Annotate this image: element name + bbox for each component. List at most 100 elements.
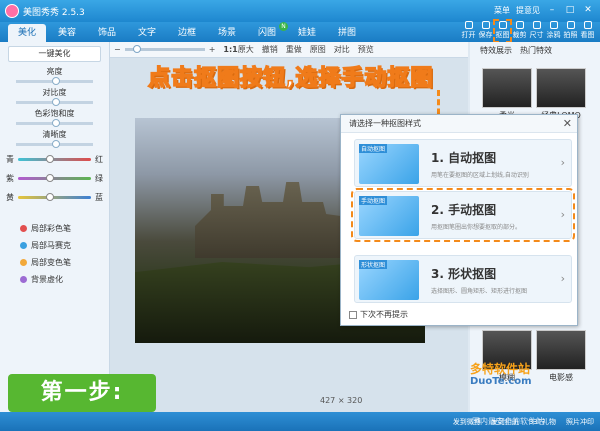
contrast-slider[interactable]	[16, 98, 93, 106]
slider-knob[interactable]	[46, 155, 54, 163]
original-button[interactable]: 原图	[310, 44, 326, 55]
option-tag: 自动抠图	[359, 144, 388, 153]
doodle-label: 涂鸦	[546, 31, 561, 39]
blur-background-item[interactable]: 背景虚化	[20, 274, 89, 285]
tab-beautify[interactable]: 美化	[8, 24, 46, 42]
auto-cutout-option[interactable]: 自动抠图 1. 自动抠图 用笔在要抠图的区域上划线,自动识别 ›	[354, 139, 572, 187]
redo-button[interactable]: 重做	[286, 44, 302, 55]
saturation-label: 色彩饱和度	[34, 109, 75, 118]
tab-beauty[interactable]: 美容	[48, 24, 86, 42]
zoom-out-icon[interactable]: −	[114, 45, 121, 54]
cutout-button[interactable]: 抠图	[493, 19, 512, 43]
camera-button[interactable]: 拍照	[562, 20, 579, 42]
purple-green-slider[interactable]	[18, 174, 91, 182]
effect-thumb[interactable]	[536, 330, 586, 370]
cyan-red-row: 青 红	[6, 154, 103, 165]
zoom-in-icon[interactable]: +	[209, 45, 216, 54]
crop-icon	[515, 21, 524, 29]
purple-label: 紫	[6, 174, 14, 183]
chevron-right-icon: ›	[560, 156, 565, 169]
doodle-button[interactable]: 涂鸦	[545, 20, 562, 42]
slider-knob[interactable]	[46, 193, 54, 201]
watermark-brand: 多特软件站	[470, 362, 531, 376]
dont-show-again[interactable]: 下次不再提示	[349, 309, 408, 320]
saturation-slider[interactable]	[16, 119, 93, 127]
effect-label: 电影感	[549, 373, 573, 382]
option-tag: 手动抠图	[359, 196, 388, 205]
recolor-brush-label: 局部变色笔	[31, 258, 71, 267]
brightness-slider[interactable]	[16, 77, 93, 85]
zoom-knob[interactable]	[132, 45, 141, 53]
cutout-label: 抠图	[495, 31, 510, 39]
recolor-brush-item[interactable]: 局部变色笔	[20, 257, 89, 268]
feedback-link[interactable]: 提意见	[516, 5, 540, 16]
sharpness-slider[interactable]	[16, 140, 93, 148]
manual-cutout-option[interactable]: 手动抠图 2. 手动抠图 用抠图笔圈出你想要抠取的部分。 ›	[351, 188, 575, 242]
watermark-slogan: 国内最安全的软件站	[472, 417, 544, 426]
mosaic-brush-label: 局部马赛克	[31, 241, 71, 250]
actual-size-ratio[interactable]: 1:1	[223, 45, 237, 54]
mosaic-icon	[20, 242, 27, 249]
actual-size-label[interactable]: 原大	[238, 44, 254, 55]
purple-green-row: 紫 绿	[6, 173, 103, 184]
preview-button[interactable]: 预览	[358, 44, 374, 55]
resize-label: 尺寸	[529, 31, 544, 39]
open-label: 打开	[461, 31, 476, 39]
tab-text[interactable]: 文字	[128, 24, 166, 42]
blur-background-label: 背景虚化	[31, 275, 63, 284]
dialog-close-icon[interactable]: ✕	[563, 117, 572, 130]
crop-button[interactable]: 裁剪	[511, 20, 528, 42]
menu-link[interactable]: 菜单	[494, 5, 510, 16]
viewer-button[interactable]: 看图	[579, 20, 596, 42]
castle-shape	[195, 182, 355, 258]
yellow-label: 黄	[6, 193, 14, 202]
open-button[interactable]: 打开	[460, 20, 477, 42]
effects-showcase-tab[interactable]: 特效展示	[480, 45, 512, 56]
tab-scene[interactable]: 场景	[208, 24, 246, 42]
save-button[interactable]: 保存	[477, 20, 494, 42]
yellow-blue-slider[interactable]	[18, 193, 91, 201]
dont-show-label: 下次不再提示	[360, 310, 408, 319]
tab-collage[interactable]: 拼图	[328, 24, 366, 42]
color-brush-item[interactable]: 局部彩色笔	[20, 223, 89, 234]
cyan-red-slider[interactable]	[18, 155, 91, 163]
resize-button[interactable]: 尺寸	[528, 20, 545, 42]
photo-print-link[interactable]: 照片冲印	[566, 417, 594, 427]
slider-knob[interactable]	[52, 119, 60, 127]
resize-icon	[532, 21, 541, 29]
chevron-right-icon: ›	[560, 272, 565, 285]
slider-knob[interactable]	[46, 174, 54, 182]
slider-knob[interactable]	[52, 140, 60, 148]
tab-doll[interactable]: 娃娃	[288, 24, 326, 42]
effects-header: 特效展示 热门特效	[470, 42, 600, 58]
title-bar: 美图秀秀 2.5.3 菜单 提意见 – □ ✕	[0, 0, 600, 22]
tab-border[interactable]: 边框	[168, 24, 206, 42]
shape-cutout-option[interactable]: 形状抠图 3. 形状抠图 选择图形、圆角矩形、矩形进行抠图 ›	[354, 255, 572, 303]
slider-knob[interactable]	[52, 77, 60, 85]
maximize-icon[interactable]: □	[564, 4, 576, 16]
hot-effects-tab[interactable]: 热门特效	[520, 45, 552, 56]
image-size-readout: 427 × 320	[320, 396, 363, 405]
zoom-slider[interactable]	[124, 45, 205, 53]
crop-label: 裁剪	[512, 31, 527, 39]
undo-button[interactable]: 撤销	[262, 44, 278, 55]
option-tag: 形状抠图	[359, 260, 388, 269]
new-badge-icon: N	[279, 22, 288, 31]
scissors-icon	[498, 21, 507, 29]
compare-button[interactable]: 对比	[334, 44, 350, 55]
minimize-icon[interactable]: –	[546, 4, 558, 16]
tab-flash[interactable]: 闪图 N	[248, 22, 288, 42]
effect-thumb[interactable]	[482, 68, 532, 108]
red-label: 红	[95, 155, 103, 164]
close-icon[interactable]: ✕	[582, 4, 594, 16]
one-key-beautify-button[interactable]: 一键美化	[8, 46, 101, 62]
camera-icon	[566, 21, 575, 29]
mosaic-brush-item[interactable]: 局部马赛克	[20, 240, 89, 251]
effect-thumb[interactable]	[536, 68, 586, 108]
tab-accessories[interactable]: 饰品	[88, 24, 126, 42]
app-title: 美图秀秀 2.5.3	[23, 7, 85, 18]
slider-knob[interactable]	[52, 98, 60, 106]
cutout-style-dialog: 请选择一种抠图样式 ✕ 自动抠图 1. 自动抠图 用笔在要抠图的区域上划线,自动…	[340, 114, 578, 326]
yellow-blue-row: 黄 蓝	[6, 192, 103, 203]
dont-show-checkbox[interactable]	[349, 310, 357, 319]
